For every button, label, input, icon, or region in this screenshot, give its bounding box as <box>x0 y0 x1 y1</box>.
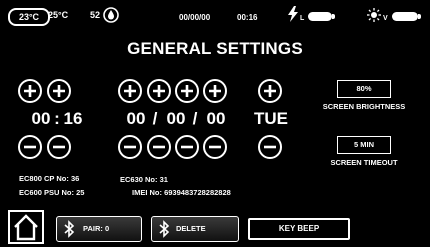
plus-icon <box>124 85 136 97</box>
delete-button[interactable]: DELETE <box>151 216 239 242</box>
plus-icon <box>53 85 65 97</box>
plus-icon <box>153 85 165 97</box>
screen-brightness-button[interactable]: 80% <box>337 80 391 98</box>
screen-timeout-label: SCREEN TIMEOUT <box>330 158 398 167</box>
plus-icon <box>209 85 221 97</box>
hour-minus-button[interactable] <box>18 135 42 159</box>
ec800-cp-number: EC800 CP No: 36 <box>19 174 80 183</box>
plus-icon <box>181 85 193 97</box>
temperature-box: 23°C <box>8 8 50 26</box>
home-icon <box>14 214 38 241</box>
page-title: GENERAL SETTINGS <box>127 39 303 58</box>
minus-icon <box>124 145 136 149</box>
minus-icon <box>153 145 165 149</box>
minus-icon <box>209 145 221 149</box>
status-date: 00/00/00 <box>179 13 211 22</box>
minus-icon <box>53 145 65 149</box>
imei-number: IMEI No: 6939483728282828 <box>132 188 231 197</box>
weekday-minus-button[interactable] <box>258 135 282 159</box>
humidity-reading: 52 <box>90 10 101 20</box>
month-value: 00 <box>166 109 186 128</box>
key-beep-button[interactable]: KEY BEEP <box>248 218 350 240</box>
plus-icon <box>24 85 36 97</box>
pair-label: PAIR: 0 <box>83 224 110 233</box>
temperature-reading: 25°C <box>48 10 69 20</box>
day-value: 00 <box>126 109 146 128</box>
year-minus-button[interactable] <box>175 135 199 159</box>
bluetooth-icon <box>64 220 75 238</box>
sun-icon <box>367 8 381 22</box>
pair-button[interactable]: PAIR: 0 <box>56 216 142 242</box>
minute-value: 16 <box>63 109 83 128</box>
plus-icon <box>264 85 276 97</box>
screen-timeout-button[interactable]: 5 MIN <box>337 136 391 154</box>
month-plus-button[interactable] <box>147 79 171 103</box>
date-separator-1: / <box>152 109 158 128</box>
year-extra-plus-button[interactable] <box>203 79 227 103</box>
minute-plus-button[interactable] <box>47 79 71 103</box>
water-drop-icon <box>103 7 119 23</box>
battery-right-label: V <box>383 15 388 22</box>
delete-label: DELETE <box>176 224 206 233</box>
battery-left-label: L <box>300 15 305 22</box>
hour-value: 00 <box>31 109 51 128</box>
minus-icon <box>181 145 193 149</box>
day-plus-button[interactable] <box>118 79 142 103</box>
screen-brightness-label: SCREEN BRIGHTNESS <box>322 102 406 111</box>
home-button[interactable] <box>8 210 44 244</box>
day-minus-button[interactable] <box>118 135 142 159</box>
minus-icon <box>24 145 36 149</box>
battery-icon <box>308 12 335 21</box>
month-minus-button[interactable] <box>147 135 171 159</box>
lightning-bolt-icon <box>287 6 299 22</box>
year-plus-button[interactable] <box>175 79 199 103</box>
minus-icon <box>264 145 276 149</box>
year-extra-minus-button[interactable] <box>203 135 227 159</box>
year-value: 00 <box>206 109 226 128</box>
status-time: 00:16 <box>237 13 258 22</box>
ec600-psu-number: EC600 PSU No: 25 <box>19 188 85 197</box>
hour-plus-button[interactable] <box>18 79 42 103</box>
weekday-value: TUE <box>254 109 288 128</box>
date-separator-2: / <box>192 109 198 128</box>
bluetooth-icon <box>159 220 170 238</box>
weekday-plus-button[interactable] <box>258 79 282 103</box>
battery-icon <box>392 12 421 21</box>
minute-minus-button[interactable] <box>47 135 71 159</box>
ec630-number: EC630 No: 31 <box>120 175 168 184</box>
